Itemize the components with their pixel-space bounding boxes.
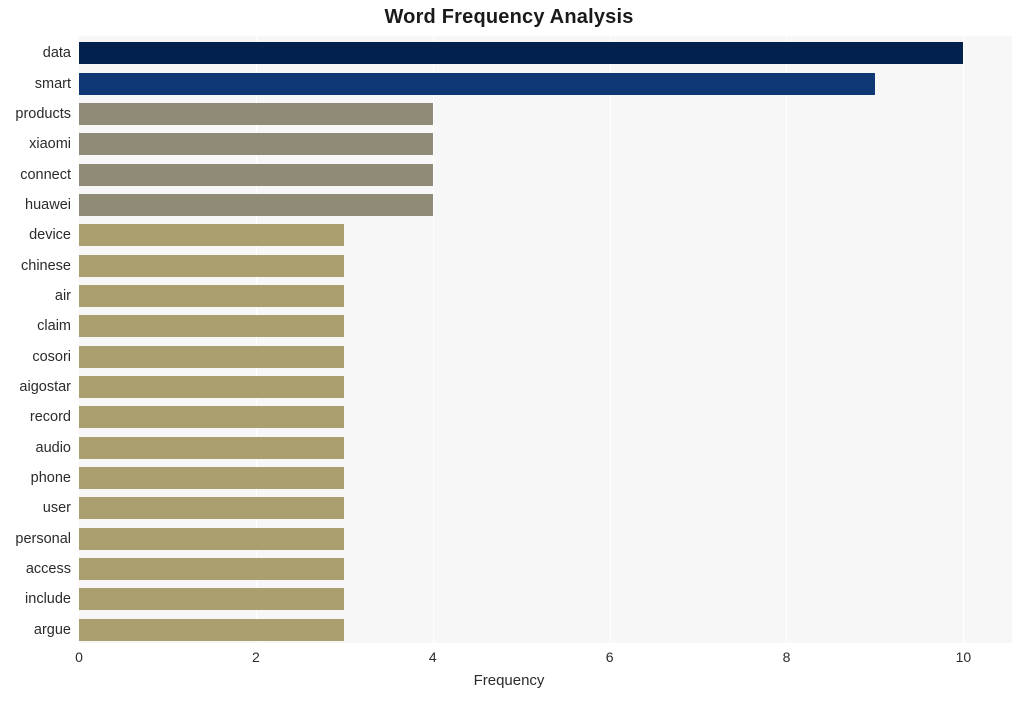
x-tick-label-6: 6 — [605, 649, 614, 665]
y-tick-label-include: include — [25, 591, 71, 608]
word-frequency-bar-chart: Word Frequency Analysis data smart product… — [0, 0, 1018, 701]
x-tick-label-0: 0 — [75, 649, 83, 665]
y-tick-label-audio: audio — [35, 439, 71, 456]
y-tick-label-cosori: cosori — [32, 348, 71, 365]
x-tick-label-2: 2 — [251, 649, 260, 665]
y-tick-label-xiaomi: xiaomi — [29, 136, 71, 153]
y-tick-label-claim: claim — [37, 318, 71, 335]
x-tick-label-8: 8 — [782, 649, 791, 665]
y-tick-label-products: products — [15, 105, 71, 122]
y-tick-label-smart: smart — [34, 75, 71, 92]
y-tick-label-record: record — [29, 409, 71, 426]
y-axis-category-labels: data smart products xiaomi connect huawei devi… — [0, 36, 1018, 643]
y-tick-label-personal: personal — [15, 530, 71, 547]
x-tick-label-10: 10 — [955, 649, 972, 665]
x-tick-label-4: 4 — [428, 649, 437, 665]
y-tick-label-air: air — [54, 287, 71, 304]
y-tick-label-argue: argue — [33, 621, 71, 638]
chart-title: Word Frequency Analysis — [384, 6, 634, 28]
y-tick-label-access: access — [25, 561, 71, 578]
y-tick-label-aigostar: aigostar — [19, 379, 71, 396]
x-axis-title: Frequency — [473, 672, 545, 689]
y-tick-label-connect: connect — [20, 166, 71, 183]
y-tick-label-device: device — [29, 227, 71, 244]
y-tick-label-phone: phone — [30, 470, 71, 487]
y-tick-label-data: data — [42, 45, 71, 62]
y-tick-label-huawei: huawei — [25, 196, 71, 213]
x-axis-tick-labels: 0 2 4 6 8 10 — [0, 643, 1018, 673]
y-tick-label-chinese: chinese — [21, 257, 71, 274]
y-tick-label-user: user — [42, 500, 71, 517]
